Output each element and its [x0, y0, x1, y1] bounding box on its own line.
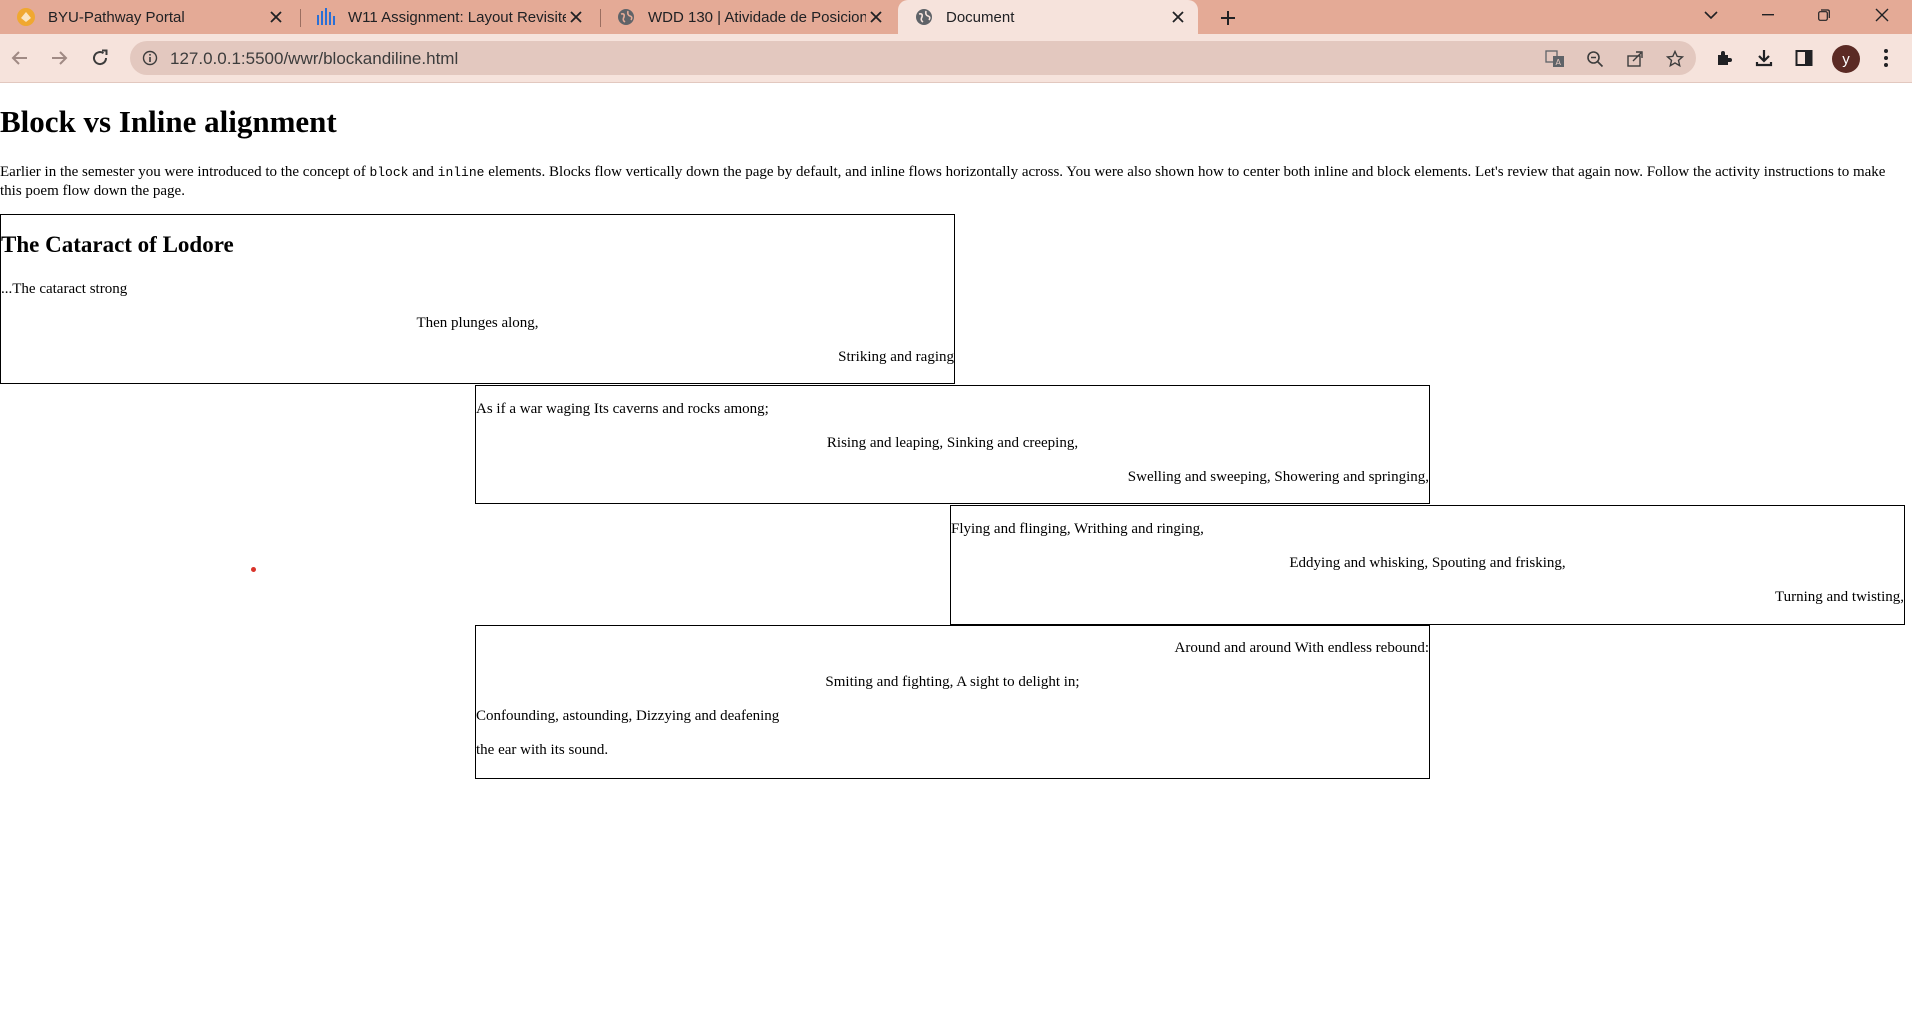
tab-title: WDD 130 | Atividade de Posicion: [648, 8, 866, 26]
translate-icon[interactable]: A: [1544, 48, 1566, 70]
bookmark-star-icon[interactable]: [1664, 48, 1686, 70]
close-icon[interactable]: [566, 7, 586, 27]
poem-line: Rising and leaping, Sinking and creeping…: [826, 435, 1079, 451]
poem-box-4: Around and around With endless rebound: …: [475, 625, 1430, 779]
close-icon[interactable]: [866, 7, 886, 27]
byu-pathway-favicon-icon: [16, 7, 36, 27]
close-icon[interactable]: [1168, 7, 1188, 27]
browser-toolbar: 127.0.0.1:5500/wwr/blockandiline.html A …: [0, 34, 1912, 83]
menu-kebab-icon[interactable]: [1872, 44, 1900, 72]
zoom-icon[interactable]: [1584, 48, 1606, 70]
site-info-icon[interactable]: [140, 48, 160, 68]
minimize-button[interactable]: [1746, 0, 1790, 30]
intro-text: Earlier in the semester you were introdu…: [0, 164, 370, 180]
reload-button[interactable]: [86, 44, 114, 72]
poem-title: The Cataract of Lodore: [1, 232, 234, 257]
tab-title: BYU-Pathway Portal: [48, 8, 185, 26]
tab-byu-pathway[interactable]: BYU-Pathway Portal: [0, 0, 296, 34]
share-icon[interactable]: [1624, 48, 1646, 70]
tab-search-button[interactable]: [1689, 0, 1733, 30]
code-block: block: [369, 165, 409, 180]
poem-line: As if a war waging Its caverns and rocks…: [476, 401, 769, 417]
downloads-icon[interactable]: [1750, 44, 1778, 72]
tab-wdd130[interactable]: WDD 130 | Atividade de Posicion: [600, 0, 896, 34]
poem-line: Turning and twisting,: [1774, 589, 1904, 605]
new-tab-button[interactable]: [1214, 4, 1242, 32]
side-panel-icon[interactable]: [1790, 44, 1818, 72]
close-window-button[interactable]: [1860, 0, 1904, 30]
poem-line: Flying and flinging, Writhing and ringin…: [951, 521, 1204, 537]
tab-title: W11 Assignment: Layout Revisite: [348, 8, 566, 26]
poem-box-2: As if a war waging Its caverns and rocks…: [475, 385, 1430, 504]
poem-line: Eddying and whisking, Spouting and frisk…: [1289, 555, 1566, 571]
canvas-favicon-icon: [316, 7, 336, 27]
page-content: Block vs Inline alignment Earlier in the…: [0, 83, 1912, 1011]
globe-icon: [616, 7, 636, 27]
tab-document[interactable]: Document: [898, 0, 1198, 34]
back-button[interactable]: [6, 44, 34, 72]
close-icon[interactable]: [266, 7, 286, 27]
poem-line: Smiting and fighting, A sight to delight…: [825, 674, 1080, 690]
tab-strip: BYU-Pathway Portal W11 Assignment: Layou…: [0, 0, 1912, 34]
forward-button[interactable]: [45, 44, 73, 72]
poem-line: Around and around With endless rebound:: [1174, 640, 1430, 656]
globe-icon: [914, 7, 934, 27]
poem-line: Confounding, astounding, Dizzying and de…: [476, 708, 780, 724]
poem-line: Striking and raging: [838, 349, 954, 365]
intro-text: and: [408, 164, 438, 180]
code-inline: inline: [437, 165, 485, 180]
poem-box-3: Flying and flinging, Writhing and ringin…: [950, 505, 1905, 625]
restore-button[interactable]: [1802, 0, 1846, 30]
poem-line: the ear with its sound.: [476, 742, 609, 758]
address-bar[interactable]: 127.0.0.1:5500/wwr/blockandiline.html A: [130, 41, 1696, 75]
poem-box-1: The Cataract of Lodore ...The cataract s…: [0, 214, 955, 384]
tab-w11-assignment[interactable]: W11 Assignment: Layout Revisite: [300, 0, 596, 34]
page-title: Block vs Inline alignment: [0, 104, 337, 139]
intro-paragraph: Earlier in the semester you were introdu…: [0, 163, 1905, 200]
poem-line: Swelling and sweeping, Showering and spr…: [1127, 469, 1429, 485]
tab-title: Document: [946, 8, 1015, 26]
profile-avatar[interactable]: y: [1832, 45, 1860, 73]
url-text[interactable]: 127.0.0.1:5500/wwr/blockandiline.html: [170, 49, 458, 69]
extensions-icon[interactable]: [1710, 44, 1738, 72]
poem-line: ...The cataract strong: [1, 281, 128, 297]
svg-text:A: A: [1556, 58, 1562, 67]
poem-line: Then plunges along,: [416, 315, 539, 331]
cursor-dot: [251, 567, 256, 572]
